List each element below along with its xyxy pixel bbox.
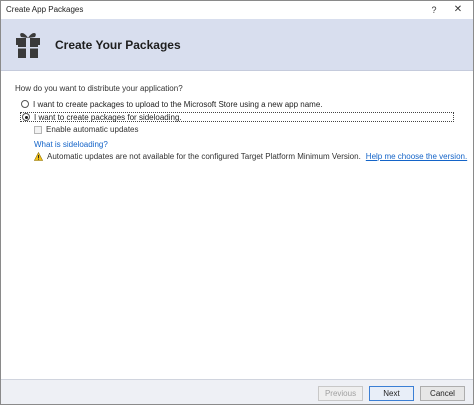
next-button[interactable]: Next (369, 386, 414, 401)
warning-text: Automatic updates are not available for … (47, 152, 361, 161)
warning-icon (34, 152, 43, 161)
close-button[interactable]: ✕ (449, 3, 467, 17)
help-button[interactable]: ? (425, 3, 443, 17)
dialog-footer: Previous Next Cancel (1, 379, 473, 404)
help-choose-version-link[interactable]: Help me choose the version. (366, 152, 467, 161)
what-is-sideloading-link[interactable]: What is sideloading? (34, 140, 108, 149)
option-sideloading-label: I want to create packages for sideloadin… (34, 112, 182, 122)
create-app-packages-dialog: Create App Packages ? ✕ Create Your Pack… (0, 0, 474, 405)
radio-microsoft-store[interactable] (21, 100, 29, 108)
dialog-header: Create Your Packages (1, 19, 473, 71)
previous-button[interactable]: Previous (318, 386, 363, 401)
page-title: Create Your Packages (55, 38, 181, 52)
option-microsoft-store[interactable]: I want to create packages to upload to t… (21, 98, 323, 110)
distribution-question: How do you want to distribute your appli… (15, 84, 183, 93)
cancel-button[interactable]: Cancel (420, 386, 465, 401)
auto-updates-row: Enable automatic updates (34, 125, 139, 134)
title-bar: Create App Packages ? ✕ (1, 1, 473, 19)
package-gift-icon (16, 33, 40, 58)
option-sideloading[interactable]: I want to create packages for sideloadin… (20, 112, 454, 122)
warning-row: Automatic updates are not available for … (34, 152, 467, 161)
window-title: Create App Packages (6, 5, 84, 14)
radio-sideloading[interactable] (22, 113, 30, 121)
auto-updates-label: Enable automatic updates (46, 125, 139, 134)
auto-updates-checkbox[interactable] (34, 125, 42, 134)
option-microsoft-store-label: I want to create packages to upload to t… (33, 99, 323, 109)
